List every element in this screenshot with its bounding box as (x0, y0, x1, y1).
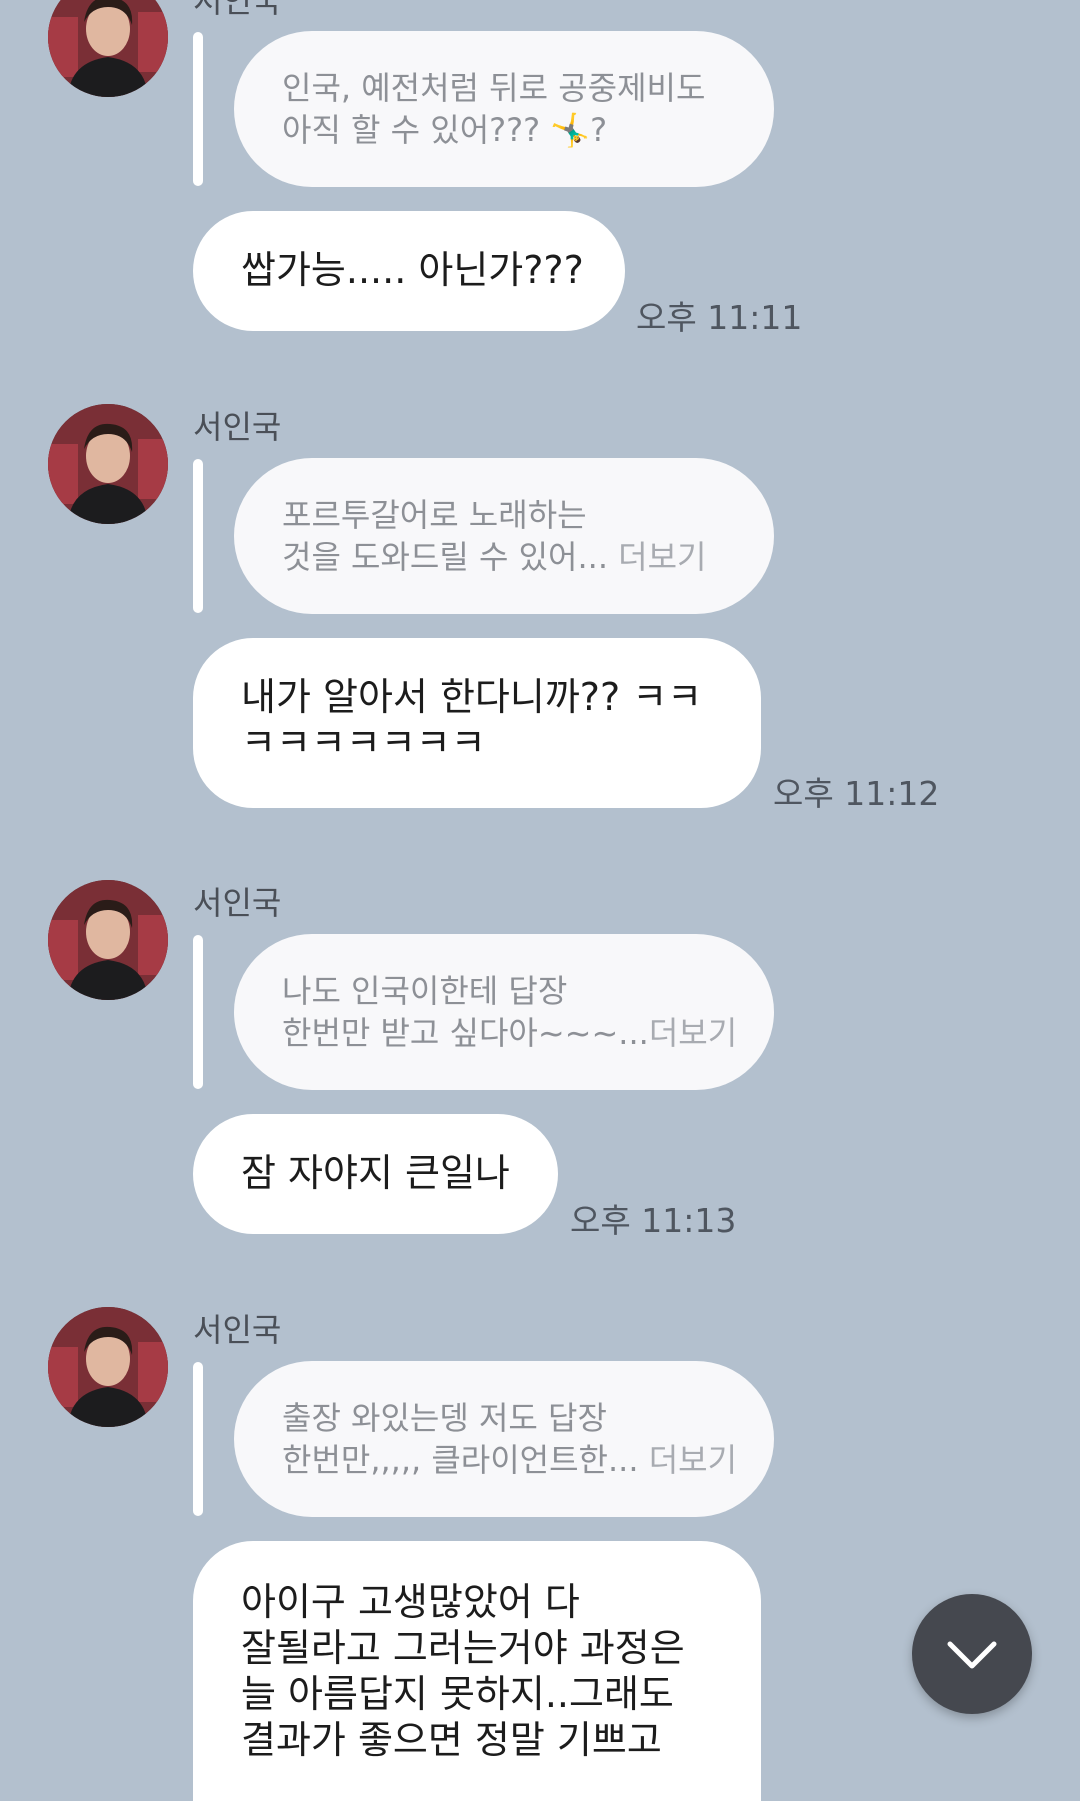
quoted-text-line: 것을 도와드릴 수 있어... 더보기 (282, 536, 726, 578)
avatar-photo-icon (48, 1307, 168, 1427)
quoted-message[interactable]: 인국, 예전처럼 뒤로 공중제비도 아직 할 수 있어??? 🤸‍♂️? (234, 31, 774, 187)
see-more-link[interactable]: 더보기 (649, 1014, 737, 1052)
message-text-line: 쌉가능..... 아닌가??? (241, 248, 584, 292)
sender-name: 서인국 (193, 0, 282, 20)
reply-indicator-bar (193, 1362, 203, 1516)
quoted-text-line: 포르투갈어로 노래하는 (282, 496, 587, 534)
quoted-text-line: 인국, 예전처럼 뒤로 공중제비도 (282, 69, 706, 107)
reply-indicator-bar (193, 459, 203, 613)
quoted-text-line: 한번만 받고 싶다아~~~...더보기 (282, 1012, 737, 1054)
quoted-text-line: 아직 할 수 있어??? 🤸‍♂️? (282, 111, 608, 149)
see-more-link[interactable]: 더보기 (618, 538, 706, 576)
reply-indicator-bar (193, 32, 203, 186)
quoted-message[interactable]: 출장 와있는뎅 저도 답장 한번만,,,,, 클라이언트한... 더보기 (234, 1361, 774, 1517)
sender-name: 서인국 (193, 884, 282, 922)
message-text-line: 잠 자야지 큰일나 (241, 1151, 510, 1195)
quoted-text-line: 한번만,,,,, 클라이언트한... 더보기 (282, 1439, 737, 1481)
sender-avatar[interactable] (48, 404, 168, 524)
message-timestamp: 오후 11:12 (773, 774, 940, 813)
quoted-message[interactable]: 포르투갈어로 노래하는 것을 도와드릴 수 있어... 더보기 (234, 458, 774, 614)
message-text-line: 늘 아름답지 못하지..그래도 (241, 1672, 674, 1716)
message-text-line: 아이구 고생많았어 다 (241, 1580, 580, 1624)
quoted-text-line: 출장 와있는뎅 저도 답장 (282, 1399, 607, 1437)
message-timestamp: 오후 11:11 (636, 298, 803, 337)
message-text-line: ㅋㅋㅋㅋㅋㅋㅋ (241, 721, 486, 765)
message-bubble[interactable]: 아이구 고생많았어 다 잘될라고 그러는거야 과정은 늘 아름답지 못하지..그… (193, 1541, 761, 1801)
message-timestamp: 오후 11:13 (570, 1201, 737, 1240)
sender-name: 서인국 (193, 408, 282, 446)
sender-avatar[interactable] (48, 880, 168, 1000)
message-text-line: 결과가 좋으면 정말 기쁘고 (241, 1718, 662, 1762)
quoted-text-line: 나도 인국이한테 답장 (282, 972, 568, 1010)
message-text-line: 잘될라고 그러는거야 과정은 (241, 1626, 685, 1670)
quoted-text: 한번만 받고 싶다아~~~... (282, 1014, 649, 1052)
message-bubble[interactable]: 내가 알아서 한다니까?? ㅋㅋ ㅋㅋㅋㅋㅋㅋㅋ (193, 638, 761, 808)
chat-view[interactable]: 서인국 인국, 예전처럼 뒤로 공중제비도 아직 할 수 있어??? 🤸‍♂️?… (0, 0, 1080, 1801)
sender-avatar[interactable] (48, 1307, 168, 1427)
message-bubble[interactable]: 쌉가능..... 아닌가??? (193, 211, 625, 331)
quoted-message[interactable]: 나도 인국이한테 답장 한번만 받고 싶다아~~~...더보기 (234, 934, 774, 1090)
avatar-photo-icon (48, 880, 168, 1000)
quoted-text: 것을 도와드릴 수 있어... (282, 538, 608, 576)
message-text-line: 내가 알아서 한다니까?? ㅋㅋ (241, 675, 703, 719)
see-more-link[interactable]: 더보기 (649, 1441, 737, 1479)
message-bubble[interactable]: 잠 자야지 큰일나 (193, 1114, 558, 1234)
avatar-photo-icon (48, 404, 168, 524)
avatar-photo-icon (48, 0, 168, 97)
scroll-to-bottom-button[interactable] (912, 1594, 1032, 1714)
chevron-down-icon (947, 1641, 997, 1669)
sender-avatar[interactable] (48, 0, 168, 97)
reply-indicator-bar (193, 935, 203, 1089)
quoted-text: 한번만,,,,, 클라이언트한... (282, 1441, 639, 1479)
sender-name: 서인국 (193, 1311, 282, 1349)
